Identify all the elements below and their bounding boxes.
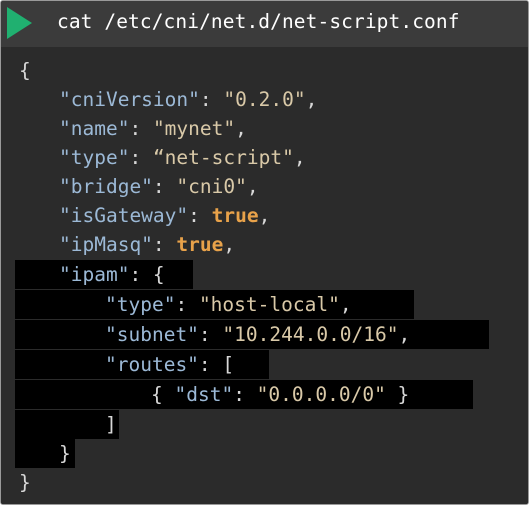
ipam-subnet-value: "10.244.0.0/16" <box>222 323 399 346</box>
ipam-subnet-key: "subnet" <box>105 323 199 346</box>
route-entry-line: { "dst": "0.0.0.0/0" } <box>15 380 473 409</box>
ipam-type-line: "type": "host-local", <box>15 290 414 319</box>
ipam-type-value: "host-local" <box>198 293 340 316</box>
ipam-type-key: "type" <box>105 293 176 316</box>
ipam-routes-line: "routes": [ <box>15 350 269 379</box>
ipam-close-line: } <box>15 439 75 468</box>
ipam-routes-key: "routes" <box>105 353 199 376</box>
type-key: "type" <box>59 146 130 169</box>
cniversion-value: "0.2.0" <box>223 88 306 111</box>
cniversion-key: "cniVersion" <box>59 88 200 111</box>
cniversion-line: "cniVersion": "0.2.0", <box>59 88 318 111</box>
command-text: cat /etc/cni/net.d/net-script.conf <box>57 10 460 33</box>
close-brace: } <box>19 471 31 494</box>
route-dst-key: "dst" <box>174 383 234 406</box>
bridge-line: "bridge": "cni0", <box>59 175 259 198</box>
bridge-key: "bridge" <box>59 175 153 198</box>
type-value: “net-script" <box>152 146 294 169</box>
routes-close-line: ] <box>15 410 119 439</box>
isgateway-line: "isGateway": true, <box>59 204 271 227</box>
name-value: "mynet" <box>152 117 236 140</box>
ipam-key: "ipam" <box>59 263 130 286</box>
open-brace: { <box>19 59 31 82</box>
bridge-value: "cni0" <box>176 175 247 198</box>
play-icon[interactable] <box>7 7 32 39</box>
ipam-line: "ipam": { <box>15 260 193 289</box>
route-dst-value: "0.0.0.0/0" <box>256 383 386 406</box>
isgateway-value: true <box>211 204 259 227</box>
command-bar: cat /etc/cni/net.d/net-script.conf <box>1 1 528 47</box>
code-block: { "cniVersion": "0.2.0", "name": "mynet"… <box>1 47 528 504</box>
isgateway-key: "isGateway" <box>59 204 189 227</box>
ipmasq-line: "ipMasq": true, <box>59 233 236 256</box>
name-key: "name" <box>59 117 130 140</box>
terminal-window: cat /etc/cni/net.d/net-script.conf { "cn… <box>0 0 529 505</box>
name-line: "name": "mynet", <box>59 117 247 140</box>
ipmasq-value: true <box>176 233 224 256</box>
ipam-subnet-line: "subnet": "10.244.0.0/16", <box>15 320 489 349</box>
type-line: "type": “net-script", <box>59 146 306 169</box>
ipmasq-key: "ipMasq" <box>59 233 153 256</box>
